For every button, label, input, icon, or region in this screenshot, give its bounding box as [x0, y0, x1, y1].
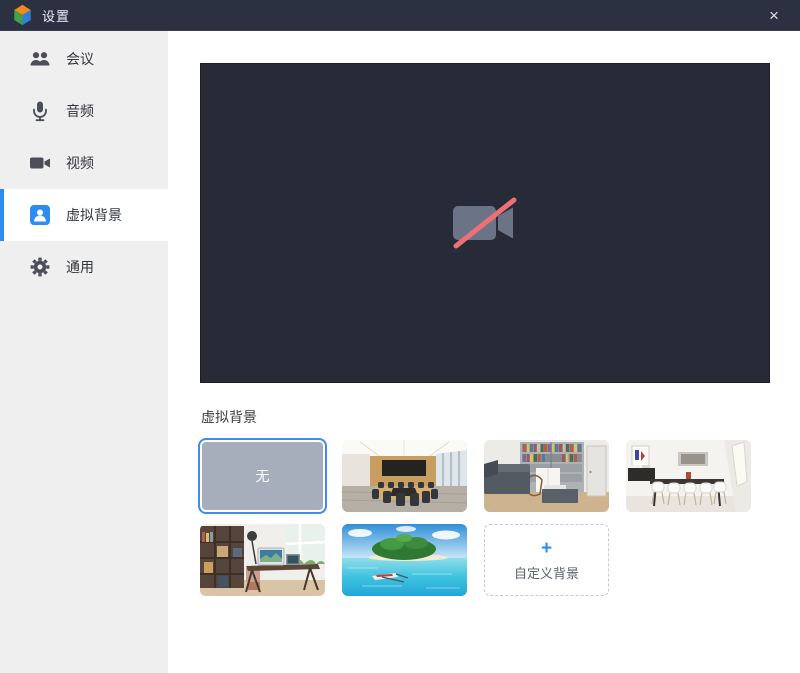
meeting-icon	[29, 48, 51, 70]
none-label: 无	[256, 466, 270, 486]
background-grid: 无	[200, 440, 751, 596]
custom-background-label: 自定义背景	[514, 563, 579, 582]
video-camera-icon	[29, 152, 51, 174]
window-title: 设置	[42, 6, 70, 25]
sidebar-item-label: 视频	[66, 153, 94, 173]
tropical-island-image	[342, 524, 467, 596]
background-thumbnail-tropical-island[interactable]	[342, 524, 467, 596]
background-thumbnail-desk-workspace[interactable]	[200, 524, 325, 596]
sidebar-item-audio[interactable]: 音频	[0, 85, 168, 137]
bookshelf-lounge-image	[484, 440, 609, 512]
close-icon[interactable]: ×	[760, 7, 788, 24]
add-custom-background-button[interactable]: + 自定义背景	[484, 524, 609, 596]
conference-room-image	[342, 440, 467, 512]
background-thumbnail-dining-room[interactable]	[626, 440, 751, 512]
person-badge-icon	[29, 204, 51, 226]
desk-workspace-image	[200, 524, 325, 596]
camera-off-icon	[447, 196, 523, 250]
sidebar-item-video[interactable]: 视频	[0, 137, 168, 189]
sidebar-item-virtual-background[interactable]: 虚拟背景	[0, 189, 168, 241]
plus-icon: +	[541, 539, 552, 558]
sidebar-item-general[interactable]: 通用	[0, 241, 168, 293]
section-label: 虚拟背景	[201, 407, 257, 427]
background-thumbnail-conference-room[interactable]	[342, 440, 467, 512]
titlebar: 设置 ×	[0, 0, 800, 31]
sidebar-item-label: 会议	[66, 49, 94, 69]
sidebar-item-meeting[interactable]: 会议	[0, 33, 168, 85]
dining-room-image	[626, 440, 751, 512]
virtual-background-panel: 虚拟背景 无	[168, 31, 800, 673]
background-thumbnail-bookshelf-lounge[interactable]	[484, 440, 609, 512]
settings-sidebar: 会议 音频 视频	[0, 31, 168, 673]
sidebar-item-label: 通用	[66, 257, 94, 277]
camera-preview	[200, 63, 770, 383]
background-thumbnail-none[interactable]: 无	[200, 440, 325, 512]
app-logo-cube-icon	[12, 4, 33, 26]
sidebar-item-label: 音频	[66, 101, 94, 121]
gear-icon	[29, 256, 51, 278]
sidebar-item-label: 虚拟背景	[66, 205, 122, 225]
microphone-icon	[29, 100, 51, 122]
